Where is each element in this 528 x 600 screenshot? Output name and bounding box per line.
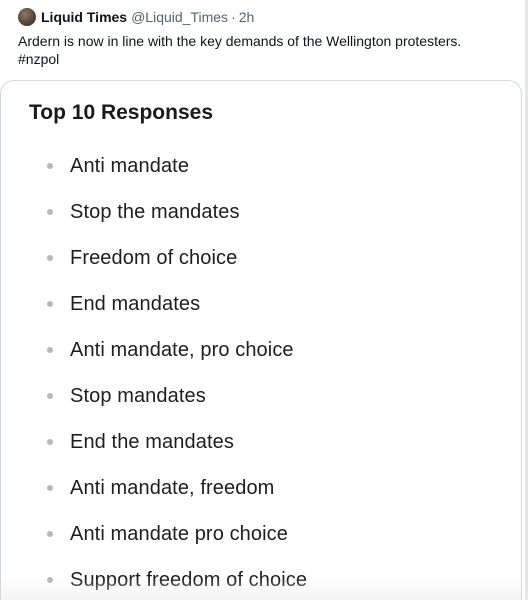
response-label: Freedom of choice: [70, 246, 238, 269]
bullet-icon: [47, 393, 53, 399]
bullet-icon: [47, 531, 53, 537]
bullet-icon: [47, 163, 53, 169]
response-label: Stop the mandates: [70, 200, 240, 223]
response-label: End mandates: [70, 292, 201, 315]
bullet-icon: [47, 301, 53, 307]
response-label: Anti mandate, pro choice: [70, 338, 294, 361]
author-handle[interactable]: @Liquid_Times: [131, 9, 228, 25]
card-title: Top 10 Responses: [29, 101, 213, 124]
response-label: Support freedom of choice: [70, 568, 308, 591]
bullet-icon: [47, 485, 53, 491]
hashtag-link[interactable]: #nzpol: [18, 50, 518, 68]
tweet-timestamp[interactable]: 2h: [239, 9, 255, 25]
separator-dot: ·: [231, 9, 236, 25]
bullet-icon: [47, 439, 53, 445]
response-label: End the mandates: [70, 430, 234, 453]
response-label: Stop mandates: [70, 384, 206, 407]
avatar[interactable]: [18, 8, 36, 26]
author-name[interactable]: Liquid Times: [41, 9, 127, 25]
bullet-icon: [47, 347, 53, 353]
tweet-text: Ardern is now in line with the key deman…: [18, 32, 518, 68]
response-label: Anti mandate pro choice: [70, 522, 288, 545]
bullet-icon: [47, 209, 53, 215]
tweet-header: Liquid Times @Liquid_Times · 2h: [18, 7, 254, 27]
media-image[interactable]: Top 10 Responses Anti mandate Stop the m…: [0, 80, 522, 600]
response-label: Anti mandate: [70, 154, 190, 177]
bullet-icon: [47, 255, 53, 261]
bullet-icon: [47, 577, 53, 583]
response-label: Anti mandate, freedom: [70, 476, 275, 499]
tweet[interactable]: Liquid Times @Liquid_Times · 2h Ardern i…: [0, 0, 528, 600]
tweet-text-line: Ardern is now in line with the key deman…: [18, 33, 462, 49]
